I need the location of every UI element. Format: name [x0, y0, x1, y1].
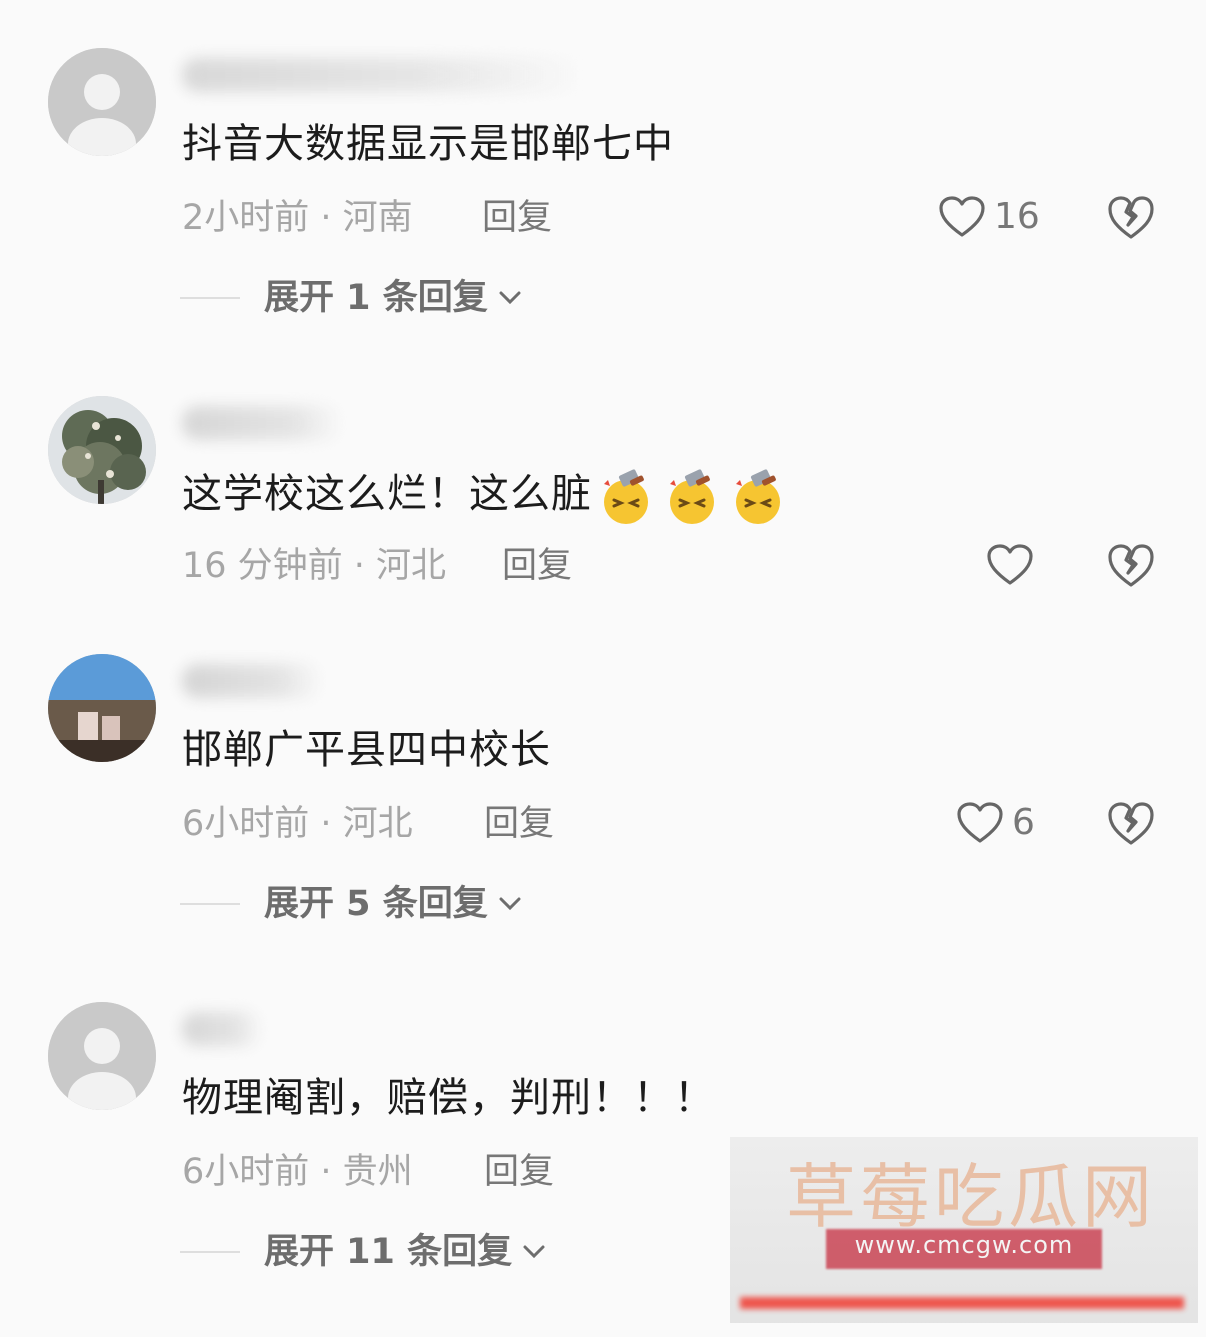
- like-count: 16: [994, 196, 1040, 237]
- hammer-head-emoji-icon: [670, 469, 714, 524]
- username-blurred[interactable]: [182, 1012, 262, 1046]
- like-button[interactable]: [986, 540, 1034, 590]
- divider-line: [180, 1251, 240, 1253]
- avatar[interactable]: [48, 396, 156, 504]
- like-button[interactable]: 16: [938, 192, 1040, 242]
- default-person-icon: [48, 1002, 156, 1110]
- like-count: 6: [1012, 802, 1035, 843]
- chevron-down-icon: [523, 1245, 545, 1259]
- broken-heart-icon[interactable]: [1106, 798, 1156, 848]
- chevron-down-icon: [499, 291, 521, 305]
- outdoor-photo-image: [48, 654, 156, 762]
- avatar[interactable]: [48, 48, 156, 156]
- comment-meta: 2小时前 · 河南: [182, 198, 413, 238]
- comment-meta: 6小时前 · 贵州: [182, 1152, 413, 1192]
- default-person-icon: [48, 48, 156, 156]
- expand-replies-label: 展开 5 条回复: [264, 884, 488, 924]
- broken-heart-icon[interactable]: [1106, 192, 1156, 242]
- comment-text: 抖音大数据显示是邯郸七中: [182, 121, 674, 167]
- heart-icon: [957, 802, 1003, 843]
- reply-button[interactable]: 回复: [484, 1150, 554, 1194]
- site-watermark: 草莓吃瓜网 www.cmcgw.com: [730, 1137, 1198, 1323]
- hammer-head-emoji-icon: [604, 469, 648, 524]
- chevron-down-icon: [499, 897, 521, 911]
- expand-replies-button[interactable]: 展开 11 条回复: [180, 1230, 546, 1274]
- tree-photo-image: [48, 396, 156, 504]
- watermark-bottom-stripe: [740, 1297, 1184, 1309]
- emoji-group: [596, 468, 788, 524]
- heart-icon: [939, 196, 985, 237]
- comment-list-page: 抖音大数据显示是邯郸七中 2小时前 · 河南 回复 16 展开 1 条回复 这学…: [0, 0, 1206, 1337]
- reply-button[interactable]: 回复: [502, 544, 572, 588]
- expand-replies-label: 展开 11 条回复: [264, 1232, 513, 1272]
- divider-line: [180, 903, 240, 905]
- hammer-head-emoji-icon: [736, 469, 780, 524]
- heart-icon: [987, 544, 1033, 585]
- watermark-title: 草莓吃瓜网: [786, 1156, 1156, 1238]
- reply-button[interactable]: 回复: [484, 802, 554, 846]
- comment-text: 这学校这么烂！这么脏: [182, 468, 788, 524]
- comment-text: 邯郸广平县四中校长: [182, 727, 551, 773]
- expand-replies-label: 展开 1 条回复: [264, 278, 488, 318]
- avatar[interactable]: [48, 654, 156, 762]
- comment-meta: 16 分钟前 · 河北: [182, 546, 447, 586]
- comment-meta: 6小时前 · 河北: [182, 804, 413, 844]
- comment-text: 物理阉割，赔偿，判刑！！！: [182, 1075, 715, 1121]
- username-blurred[interactable]: [182, 406, 342, 440]
- expand-replies-button[interactable]: 展开 1 条回复: [180, 276, 522, 320]
- broken-heart-icon[interactable]: [1106, 540, 1156, 590]
- reply-button[interactable]: 回复: [482, 196, 552, 240]
- expand-replies-button[interactable]: 展开 5 条回复: [180, 882, 522, 926]
- divider-line: [180, 297, 240, 299]
- username-blurred[interactable]: [182, 58, 582, 92]
- username-blurred[interactable]: [182, 664, 322, 698]
- watermark-url: www.cmcgw.com: [854, 1231, 1074, 1259]
- avatar[interactable]: [48, 1002, 156, 1110]
- like-button[interactable]: 6: [956, 798, 1035, 848]
- comment-text-content: 这学校这么烂！这么脏: [182, 471, 592, 517]
